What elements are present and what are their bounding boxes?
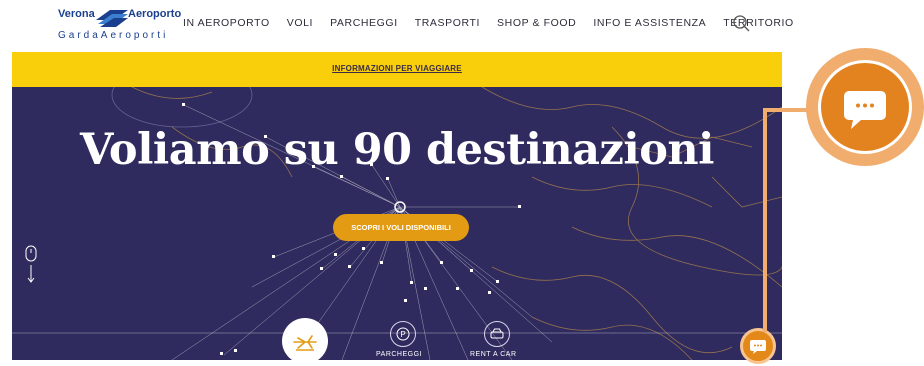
nav-info-assistenza[interactable]: INFO E ASSISTENZA: [593, 17, 706, 29]
quicklink-rent-a-car[interactable]: [484, 321, 510, 347]
airport-logo[interactable]: Verona Aeroporto GardaAeroporti: [58, 6, 182, 46]
chat-button[interactable]: [740, 328, 776, 364]
chat-bubble-icon: [844, 91, 886, 129]
banner-link[interactable]: INFORMAZIONI PER VIAGGIARE: [12, 64, 782, 73]
chat-bubble-icon: [750, 340, 766, 354]
info-banner: INFORMAZIONI PER VIAGGIARE: [12, 52, 782, 87]
quicklink-parking[interactable]: P: [390, 321, 416, 347]
site-header: Verona Aeroporto GardaAeroporti IN AEROP…: [12, 0, 793, 52]
svg-text:P: P: [400, 330, 405, 339]
plane-icon: [293, 335, 317, 351]
nav-parcheggi[interactable]: PARCHEGGI: [330, 17, 398, 29]
nav-trasporti[interactable]: TRASPORTI: [415, 17, 480, 29]
nav-in-aeroporto[interactable]: IN AEROPORTO: [183, 17, 270, 29]
car-rental-icon: [490, 328, 504, 339]
chat-callout: [806, 48, 924, 166]
discover-flights-button[interactable]: SCOPRI I VOLI DISPONIBILI: [333, 214, 469, 241]
quicklink-flights[interactable]: [282, 318, 328, 360]
scroll-down-icon[interactable]: [25, 245, 37, 285]
logo-verona: Verona: [58, 8, 95, 20]
chat-callout-button[interactable]: [818, 60, 912, 154]
quicklink-parking-label: PARCHEGGI: [376, 351, 422, 358]
logo-aeroporto: Aeroporto: [128, 8, 182, 20]
nav-shop-food[interactable]: SHOP & FOOD: [497, 17, 576, 29]
parking-icon: P: [396, 327, 410, 341]
search-icon[interactable]: [732, 14, 752, 34]
logo-wing-icon: [96, 10, 128, 27]
nav-voli[interactable]: VOLI: [287, 17, 313, 29]
main-nav: IN AEROPORTO VOLI PARCHEGGI TRASPORTI SH…: [183, 17, 811, 29]
hero-headline: Voliamo su 90 destinazioni: [79, 125, 715, 175]
quicklink-rent-a-car-label: RENT A CAR: [470, 351, 517, 358]
callout-connector: [763, 108, 818, 332]
logo-garda: GardaAeroporti: [58, 30, 169, 41]
hero-section: Voliamo su 90 destinazioni SCOPRI I VOLI…: [12, 87, 782, 360]
